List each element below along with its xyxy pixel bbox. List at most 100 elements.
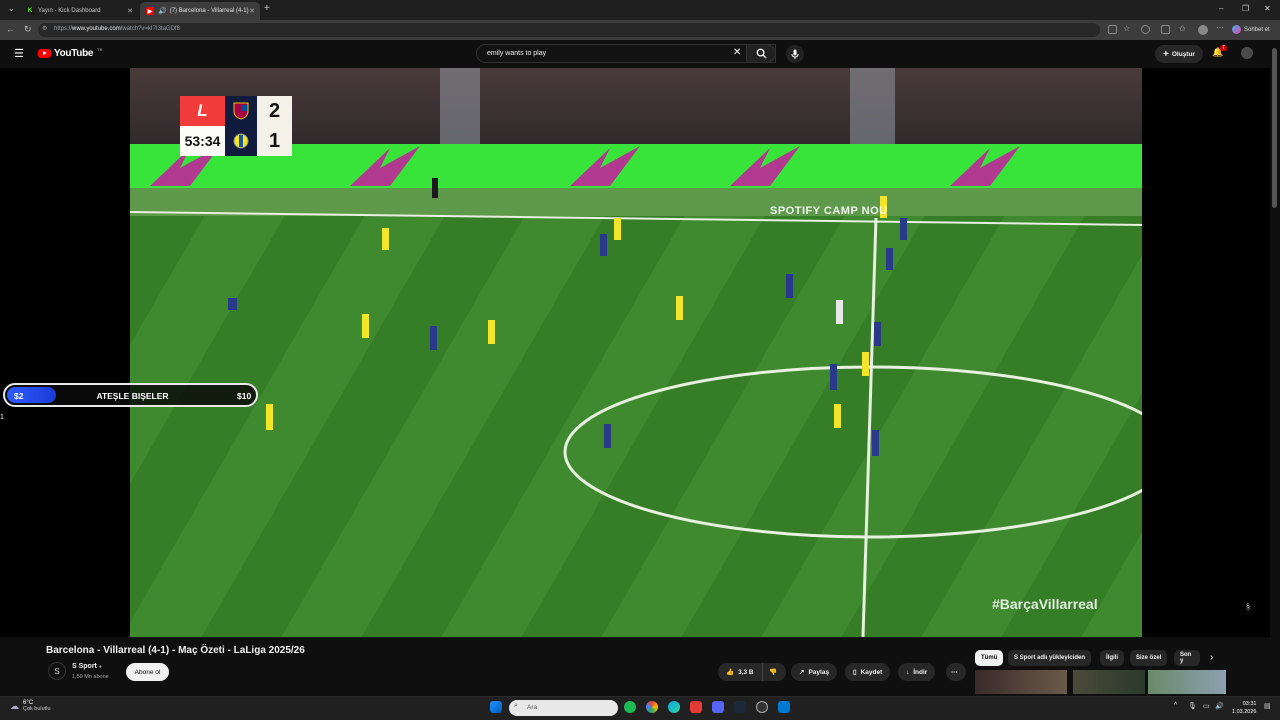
microphone-icon (791, 49, 799, 59)
like-button[interactable]: 👍 3,3 B (718, 663, 762, 681)
download-button[interactable]: ↓ İndir (898, 663, 936, 681)
windows-taskbar (0, 696, 1280, 720)
create-label: Oluştur (1171, 50, 1195, 58)
url-domain: www.youtube.com (72, 26, 121, 32)
account-avatar[interactable] (1241, 47, 1253, 59)
youtube-logo-text: YouTube (54, 48, 94, 59)
verified-icon: ● (98, 664, 102, 670)
close-tab-icon[interactable]: ✕ (249, 7, 255, 15)
taskbar-search-input[interactable]: Ara (509, 700, 618, 716)
share-icon: ↗ (799, 669, 805, 676)
search-input[interactable]: emily wants to play (476, 44, 776, 63)
url-field[interactable]: https://www.youtube.com/watch?v=kI7I3taG… (38, 23, 1100, 37)
taskbar-clock[interactable]: 03:31 1.03.2026 (1232, 700, 1256, 716)
overlay-side-number: 1 (0, 414, 4, 421)
url-prefix: https:// (54, 26, 73, 32)
chip-label: Son y (1180, 652, 1192, 664)
tab-kick-dashboard[interactable]: K Yayın - Kick Dashboard ✕ (20, 2, 138, 20)
youtube-icon: ▶ (146, 7, 154, 15)
tab-youtube-video[interactable]: ▶ 🔊 (7) Barcelona - Villarreal (4-1) ✕ (140, 2, 260, 20)
minimize-button[interactable]: – (1219, 4, 1223, 13)
channel-avatar[interactable]: S (48, 662, 66, 680)
video-hashtag: #BarçaVillarreal (992, 596, 1098, 612)
site-info-icon[interactable]: ⚙ (42, 25, 47, 32)
chevron-right-icon[interactable]: › (1210, 652, 1213, 663)
subscriber-count: 1,59 Mn abone (72, 674, 109, 680)
recommended-thumbnail[interactable] (975, 670, 1067, 694)
save-button[interactable]: ▯ Kaydet (845, 663, 891, 681)
dislike-button[interactable]: 👎 (762, 663, 786, 681)
favorites-icon[interactable]: ✩ (1179, 24, 1186, 33)
copilot-label: Sohbet et (1244, 26, 1270, 33)
steam-icon[interactable] (734, 701, 746, 713)
subscribe-button[interactable]: Abone ol (126, 663, 169, 681)
more-menu-icon[interactable]: ⋯ (1216, 23, 1224, 32)
hamburger-menu-icon[interactable]: ☰ (14, 47, 24, 60)
clock-date: 1.03.2026 (1232, 709, 1257, 715)
bookmark-star-icon[interactable]: ☆ (1123, 24, 1130, 33)
new-tab-button[interactable]: + (264, 3, 270, 14)
windows-start-icon[interactable] (490, 701, 502, 713)
edge-icon[interactable] (668, 701, 680, 713)
scrollbar-thumb[interactable] (1272, 48, 1277, 208)
kick-icon: K (26, 7, 34, 15)
create-button[interactable]: + Oluştur (1155, 45, 1203, 63)
tab-title: (7) Barcelona - Villarreal (4-1) (169, 8, 249, 14)
search-icon (756, 48, 767, 59)
file-explorer-icon[interactable] (778, 701, 790, 713)
recommended-thumbnail[interactable] (1148, 670, 1226, 694)
chrome-icon[interactable] (646, 701, 658, 713)
back-icon[interactable]: ← (6, 24, 15, 34)
chip-label: S Sport adlı yükleyiciden (1014, 655, 1086, 661)
clear-search-icon[interactable]: ✕ (733, 47, 741, 58)
weather-condition: Çok bulutlu (23, 706, 51, 712)
tray-expand-icon[interactable]: ^ (1174, 702, 1177, 709)
download-label: İndir (913, 668, 928, 676)
reload-icon[interactable]: ↻ (24, 24, 32, 35)
speaker-icon[interactable]: 🔊 (158, 7, 167, 15)
translate-icon[interactable] (1108, 25, 1117, 34)
notification-center-icon[interactable]: ▤ (1264, 702, 1271, 710)
share-button[interactable]: ↗ Paylaş (791, 663, 838, 681)
villarreal-crest-icon (225, 126, 257, 156)
close-window-button[interactable]: ✕ (1264, 4, 1271, 13)
tab-title: Yayın - Kick Dashboard (38, 8, 101, 14)
channel-name[interactable]: S Sport ● (72, 663, 102, 670)
weather-widget[interactable]: ☁ 6°C Çok bulutlu (10, 700, 51, 712)
app-icon[interactable] (690, 701, 702, 713)
chip-related[interactable]: İlgili (1100, 650, 1124, 666)
network-icon[interactable]: ▭ (1203, 702, 1210, 710)
discord-icon[interactable] (712, 701, 724, 713)
taskbar-search-icon: ⌕ (514, 702, 518, 709)
extension-icon[interactable] (1141, 25, 1150, 34)
tab-search-icon[interactable]: ⌄ (8, 4, 15, 13)
chip-all[interactable]: Tümü (975, 650, 1004, 666)
recommended-thumbnail[interactable] (1073, 670, 1145, 694)
close-tab-icon[interactable]: ✕ (127, 7, 133, 15)
more-actions-button[interactable]: ⋯ (946, 663, 966, 681)
profile-avatar-icon[interactable] (1198, 25, 1208, 35)
more-horizontal-icon: ⋯ (951, 669, 958, 676)
obs-icon[interactable] (756, 701, 768, 713)
extensions-icon[interactable] (1161, 25, 1170, 34)
youtube-logo[interactable]: YouTube TR (38, 47, 103, 59)
match-scoreboard: L 2 53:34 1 (180, 96, 292, 157)
chip-label: İlgili (1106, 655, 1118, 661)
thumbs-up-icon: 👍 (726, 669, 735, 676)
chip-recent[interactable]: Son y (1174, 650, 1200, 666)
donation-goal-widget: $2 ATEŞLE BIŞELER $10 (3, 383, 258, 407)
volume-icon[interactable]: 🔊 (1215, 702, 1224, 710)
clock-time: 03:31 (1242, 701, 1257, 707)
voice-search-button[interactable] (786, 45, 804, 63)
goal-label: ATEŞLE BIŞELER (96, 391, 169, 401)
league-logo-letter: L (197, 101, 208, 120)
browser-tab-strip: ⌄ K Yayın - Kick Dashboard ✕ ▶ 🔊 (7) Bar… (0, 0, 1280, 20)
copilot-chat-button[interactable]: Sohbet et (1232, 25, 1270, 34)
plus-icon: + (1163, 48, 1169, 60)
microphone-tray-icon[interactable]: 🎙 (1188, 702, 1197, 710)
chip-from-uploader[interactable]: S Sport adlı yükleyiciden (1008, 650, 1092, 666)
chip-for-you[interactable]: Size özel (1130, 650, 1168, 666)
spotify-icon[interactable] (624, 701, 636, 713)
maximize-button[interactable]: ❐ (1242, 4, 1249, 13)
search-button[interactable] (746, 44, 776, 63)
